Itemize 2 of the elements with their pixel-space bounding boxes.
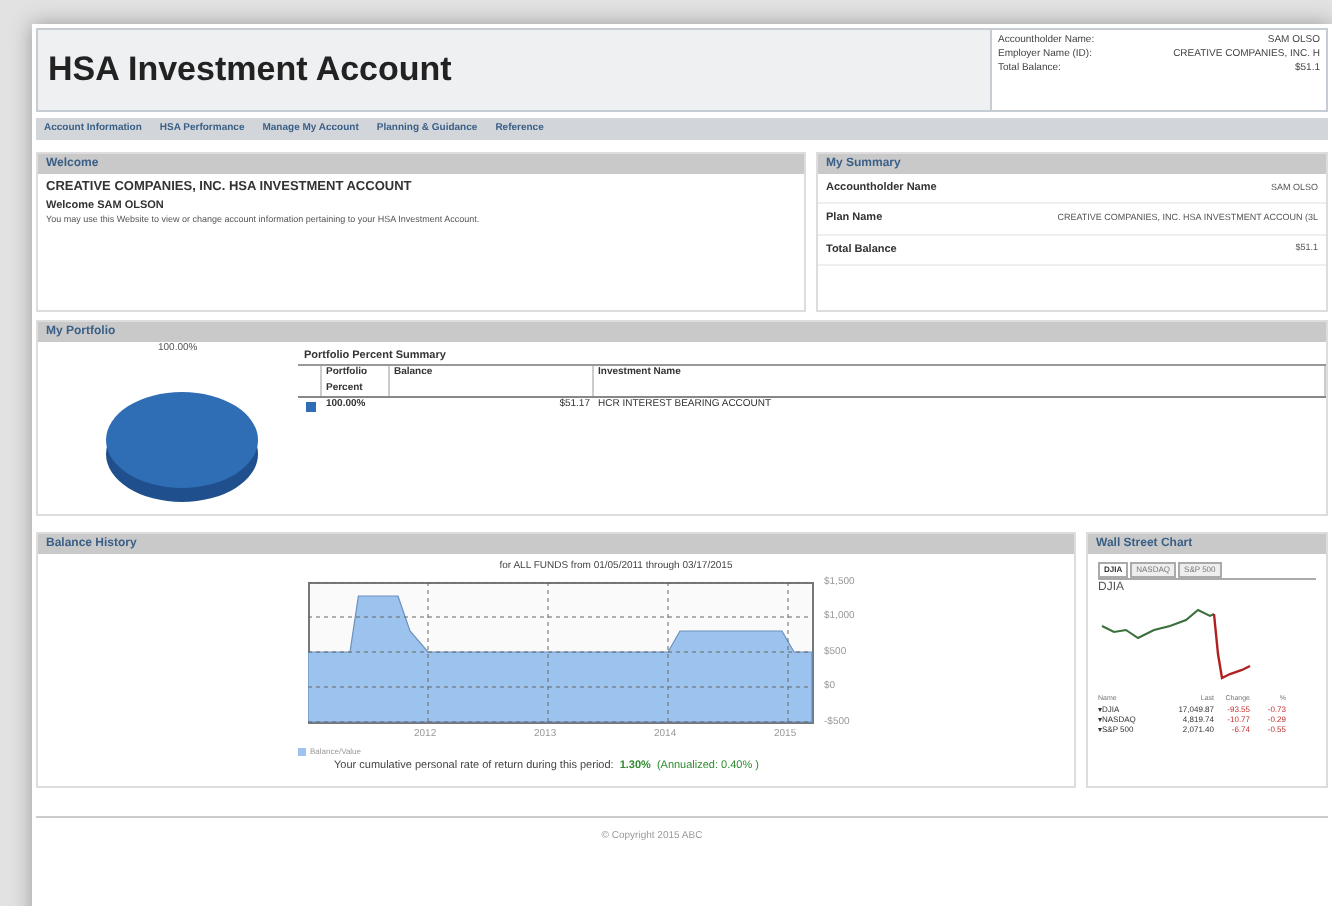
legend-swatch	[298, 747, 306, 755]
page-title: HSA Investment Account	[46, 48, 454, 92]
